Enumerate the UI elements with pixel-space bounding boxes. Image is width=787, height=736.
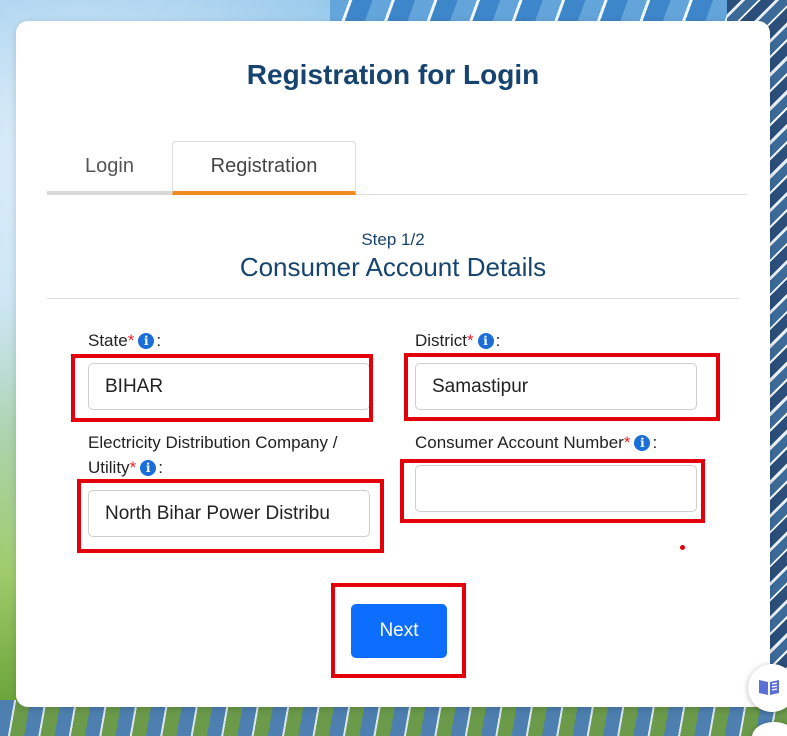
state-label: State* i: bbox=[88, 328, 161, 353]
info-circle-icon[interactable]: i bbox=[140, 460, 157, 476]
utility-label: Electricity Distribution Company / Utili… bbox=[88, 430, 337, 480]
registration-card: Registration for Login Login Registratio… bbox=[16, 21, 770, 707]
label-suffix: : bbox=[156, 331, 162, 350]
required-mark: * bbox=[129, 458, 137, 477]
book-reader-icon bbox=[759, 680, 779, 695]
highlight-box-state bbox=[71, 354, 373, 422]
utility-label-line1: Electricity Distribution Company / bbox=[88, 433, 338, 452]
required-mark: * bbox=[127, 331, 135, 350]
section-title: Consumer Account Details bbox=[239, 252, 547, 282]
label-suffix: : bbox=[158, 458, 163, 477]
page-title: Registration for Login bbox=[246, 59, 540, 90]
required-mark: * bbox=[623, 433, 631, 452]
tab-registration[interactable]: Registration bbox=[172, 141, 356, 195]
account-number-label: Consumer Account Number* i: bbox=[415, 430, 657, 455]
info-circle-icon[interactable]: i bbox=[477, 333, 494, 349]
info-circle-icon[interactable]: i bbox=[138, 333, 155, 349]
district-label: District* i: bbox=[415, 328, 500, 353]
account-number-label-text: Consumer Account Number bbox=[415, 433, 624, 452]
step-indicator: Step 1/2 bbox=[361, 230, 425, 249]
label-suffix: : bbox=[495, 331, 501, 350]
section-divider bbox=[47, 298, 739, 299]
required-mark: * bbox=[466, 331, 474, 350]
utility-label-line2: Utility bbox=[88, 458, 130, 477]
login-tabs: Login Registration bbox=[47, 141, 747, 195]
district-label-text: District bbox=[415, 331, 467, 350]
tab-login[interactable]: Login bbox=[47, 141, 172, 195]
highlight-box-utility bbox=[77, 479, 384, 553]
highlight-box-next bbox=[331, 583, 466, 678]
annotation-dot bbox=[680, 545, 685, 550]
info-circle-icon[interactable]: i bbox=[634, 435, 651, 451]
state-label-text: State bbox=[88, 331, 128, 350]
utility-label-line2-wrap: Utility* i: bbox=[88, 455, 337, 480]
label-suffix: : bbox=[652, 433, 658, 452]
highlight-box-account-number bbox=[400, 459, 705, 523]
highlight-box-district bbox=[404, 353, 720, 421]
